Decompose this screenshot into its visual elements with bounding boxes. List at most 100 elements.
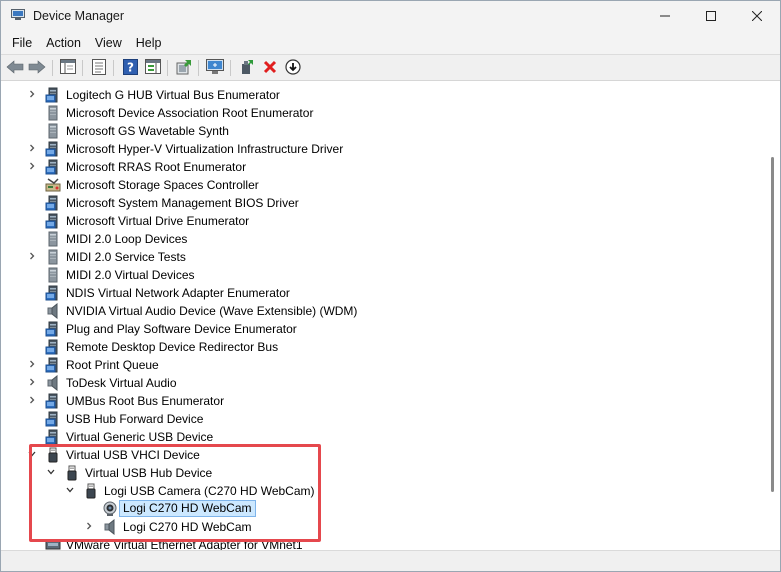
tree-item-label[interactable]: Microsoft Hyper-V Virtualization Infrast… (66, 142, 343, 156)
menu-view[interactable]: View (88, 33, 129, 53)
device-manager-window: Device Manager File Action View Help ? L… (0, 0, 781, 572)
toolbar-separator (167, 60, 168, 76)
tree-row[interactable]: Microsoft GS Wavetable Synth (1, 122, 767, 140)
minimize-button[interactable] (642, 1, 688, 32)
highlight-annotation (29, 444, 321, 542)
chevron-right-icon[interactable] (27, 89, 37, 101)
chevron-right-icon[interactable] (27, 161, 37, 173)
menu-file[interactable]: File (5, 33, 39, 53)
tree-row[interactable]: MIDI 2.0 Loop Devices (1, 230, 767, 248)
chevron-right-icon[interactable] (27, 377, 37, 389)
menu-action[interactable]: Action (39, 33, 88, 53)
tree-item-label[interactable]: Remote Desktop Device Redirector Bus (66, 340, 278, 354)
tree-row[interactable]: Microsoft Storage Spaces Controller (1, 176, 767, 194)
system-device-icon (45, 429, 61, 445)
system-device-icon (45, 195, 61, 211)
tree-row[interactable]: Microsoft System Management BIOS Driver (1, 194, 767, 212)
device-manager-icon (11, 9, 25, 21)
tree-item-label[interactable]: USB Hub Forward Device (66, 412, 203, 426)
tree-row[interactable]: MIDI 2.0 Virtual Devices (1, 266, 767, 284)
system-device-icon (45, 321, 61, 337)
scrollbar-thumb[interactable] (771, 157, 774, 492)
tree-row[interactable]: NDIS Virtual Network Adapter Enumerator (1, 284, 767, 302)
tree-row[interactable]: NVIDIA Virtual Audio Device (Wave Extens… (1, 302, 767, 320)
tree-item-label[interactable]: MIDI 2.0 Loop Devices (66, 232, 187, 246)
generic-device-icon (45, 123, 61, 139)
tree-row[interactable]: ToDesk Virtual Audio (1, 374, 767, 392)
toolbar-separator (82, 60, 83, 76)
menu-bar: File Action View Help (1, 32, 780, 54)
tree-item-label[interactable]: UMBus Root Bus Enumerator (66, 394, 224, 408)
tree-row[interactable]: USB Hub Forward Device (1, 410, 767, 428)
enable-device-icon (240, 59, 254, 78)
toolbar-separator (230, 60, 231, 76)
back-button[interactable] (6, 59, 24, 77)
tree-item-label[interactable]: Microsoft Storage Spaces Controller (66, 178, 259, 192)
enable-device-button[interactable] (238, 59, 256, 77)
close-icon (751, 10, 763, 24)
chevron-right-icon[interactable] (27, 251, 37, 263)
generic-device-icon (45, 231, 61, 247)
tree-item-label[interactable]: Microsoft System Management BIOS Driver (66, 196, 299, 210)
system-device-icon (45, 87, 61, 103)
tree-item-label[interactable]: ToDesk Virtual Audio (66, 376, 177, 390)
tree-row[interactable]: Remote Desktop Device Redirector Bus (1, 338, 767, 356)
show-hide-console-tree-button[interactable] (59, 59, 77, 77)
tree-row[interactable]: MIDI 2.0 Service Tests (1, 248, 767, 266)
tree-row[interactable]: Microsoft Device Association Root Enumer… (1, 104, 767, 122)
tree-row[interactable]: Microsoft RRAS Root Enumerator (1, 158, 767, 176)
forward-button[interactable] (28, 59, 46, 77)
forward-icon (28, 59, 46, 77)
toolbar-separator (113, 60, 114, 76)
action-pane-button[interactable] (144, 59, 162, 77)
tree-item-label[interactable]: Logitech G HUB Virtual Bus Enumerator (66, 88, 280, 102)
update-driver-button[interactable] (175, 59, 193, 77)
scan-hardware-icon (206, 58, 224, 78)
tree-item-label[interactable]: NDIS Virtual Network Adapter Enumerator (66, 286, 290, 300)
uninstall-device-icon (263, 60, 277, 77)
tree-row[interactable]: Root Print Queue (1, 356, 767, 374)
tree-row[interactable]: Logitech G HUB Virtual Bus Enumerator (1, 86, 767, 104)
toolbar-separator (52, 60, 53, 76)
scan-hardware-button[interactable] (206, 58, 224, 78)
tree-row[interactable]: Microsoft Virtual Drive Enumerator (1, 212, 767, 230)
close-button[interactable] (734, 1, 780, 32)
title-bar: Device Manager (1, 1, 780, 32)
disable-device-button[interactable] (284, 58, 302, 78)
chevron-right-icon[interactable] (27, 359, 37, 371)
generic-device-icon (45, 267, 61, 283)
properties-icon (92, 58, 106, 78)
system-device-icon (45, 411, 61, 427)
disable-device-icon (285, 58, 301, 78)
window-title: Device Manager (33, 9, 125, 23)
tree-item-label[interactable]: Microsoft Virtual Drive Enumerator (66, 214, 249, 228)
tree-item-label[interactable]: MIDI 2.0 Virtual Devices (66, 268, 195, 282)
tree-row[interactable]: Plug and Play Software Device Enumerator (1, 320, 767, 338)
tree-item-label[interactable]: Microsoft GS Wavetable Synth (66, 124, 229, 138)
tree-item-label[interactable]: Root Print Queue (66, 358, 159, 372)
menu-help[interactable]: Help (129, 33, 169, 53)
back-icon (6, 59, 24, 77)
chevron-right-icon[interactable] (27, 395, 37, 407)
tree-row[interactable]: UMBus Root Bus Enumerator (1, 392, 767, 410)
tree-item-label[interactable]: NVIDIA Virtual Audio Device (Wave Extens… (66, 304, 357, 318)
chevron-right-icon[interactable] (27, 143, 37, 155)
maximize-button[interactable] (688, 1, 734, 32)
svg-text:?: ? (127, 60, 134, 74)
properties-button[interactable] (90, 58, 108, 78)
generic-device-icon (45, 249, 61, 265)
toolbar: ? (1, 54, 780, 81)
maximize-icon (706, 10, 716, 24)
tree-item-label[interactable]: Virtual Generic USB Device (66, 430, 213, 444)
update-driver-icon (176, 59, 192, 78)
help-icon: ? (122, 58, 138, 78)
tree-item-label[interactable]: Microsoft RRAS Root Enumerator (66, 160, 246, 174)
vertical-scrollbar[interactable] (767, 82, 780, 550)
tree-item-label[interactable]: MIDI 2.0 Service Tests (66, 250, 186, 264)
tree-item-label[interactable]: Plug and Play Software Device Enumerator (66, 322, 297, 336)
tree-row[interactable]: Microsoft Hyper-V Virtualization Infrast… (1, 140, 767, 158)
uninstall-device-button[interactable] (261, 59, 279, 77)
tree-item-label[interactable]: Microsoft Device Association Root Enumer… (66, 106, 313, 120)
help-button[interactable]: ? (121, 58, 139, 78)
system-device-icon (45, 213, 61, 229)
